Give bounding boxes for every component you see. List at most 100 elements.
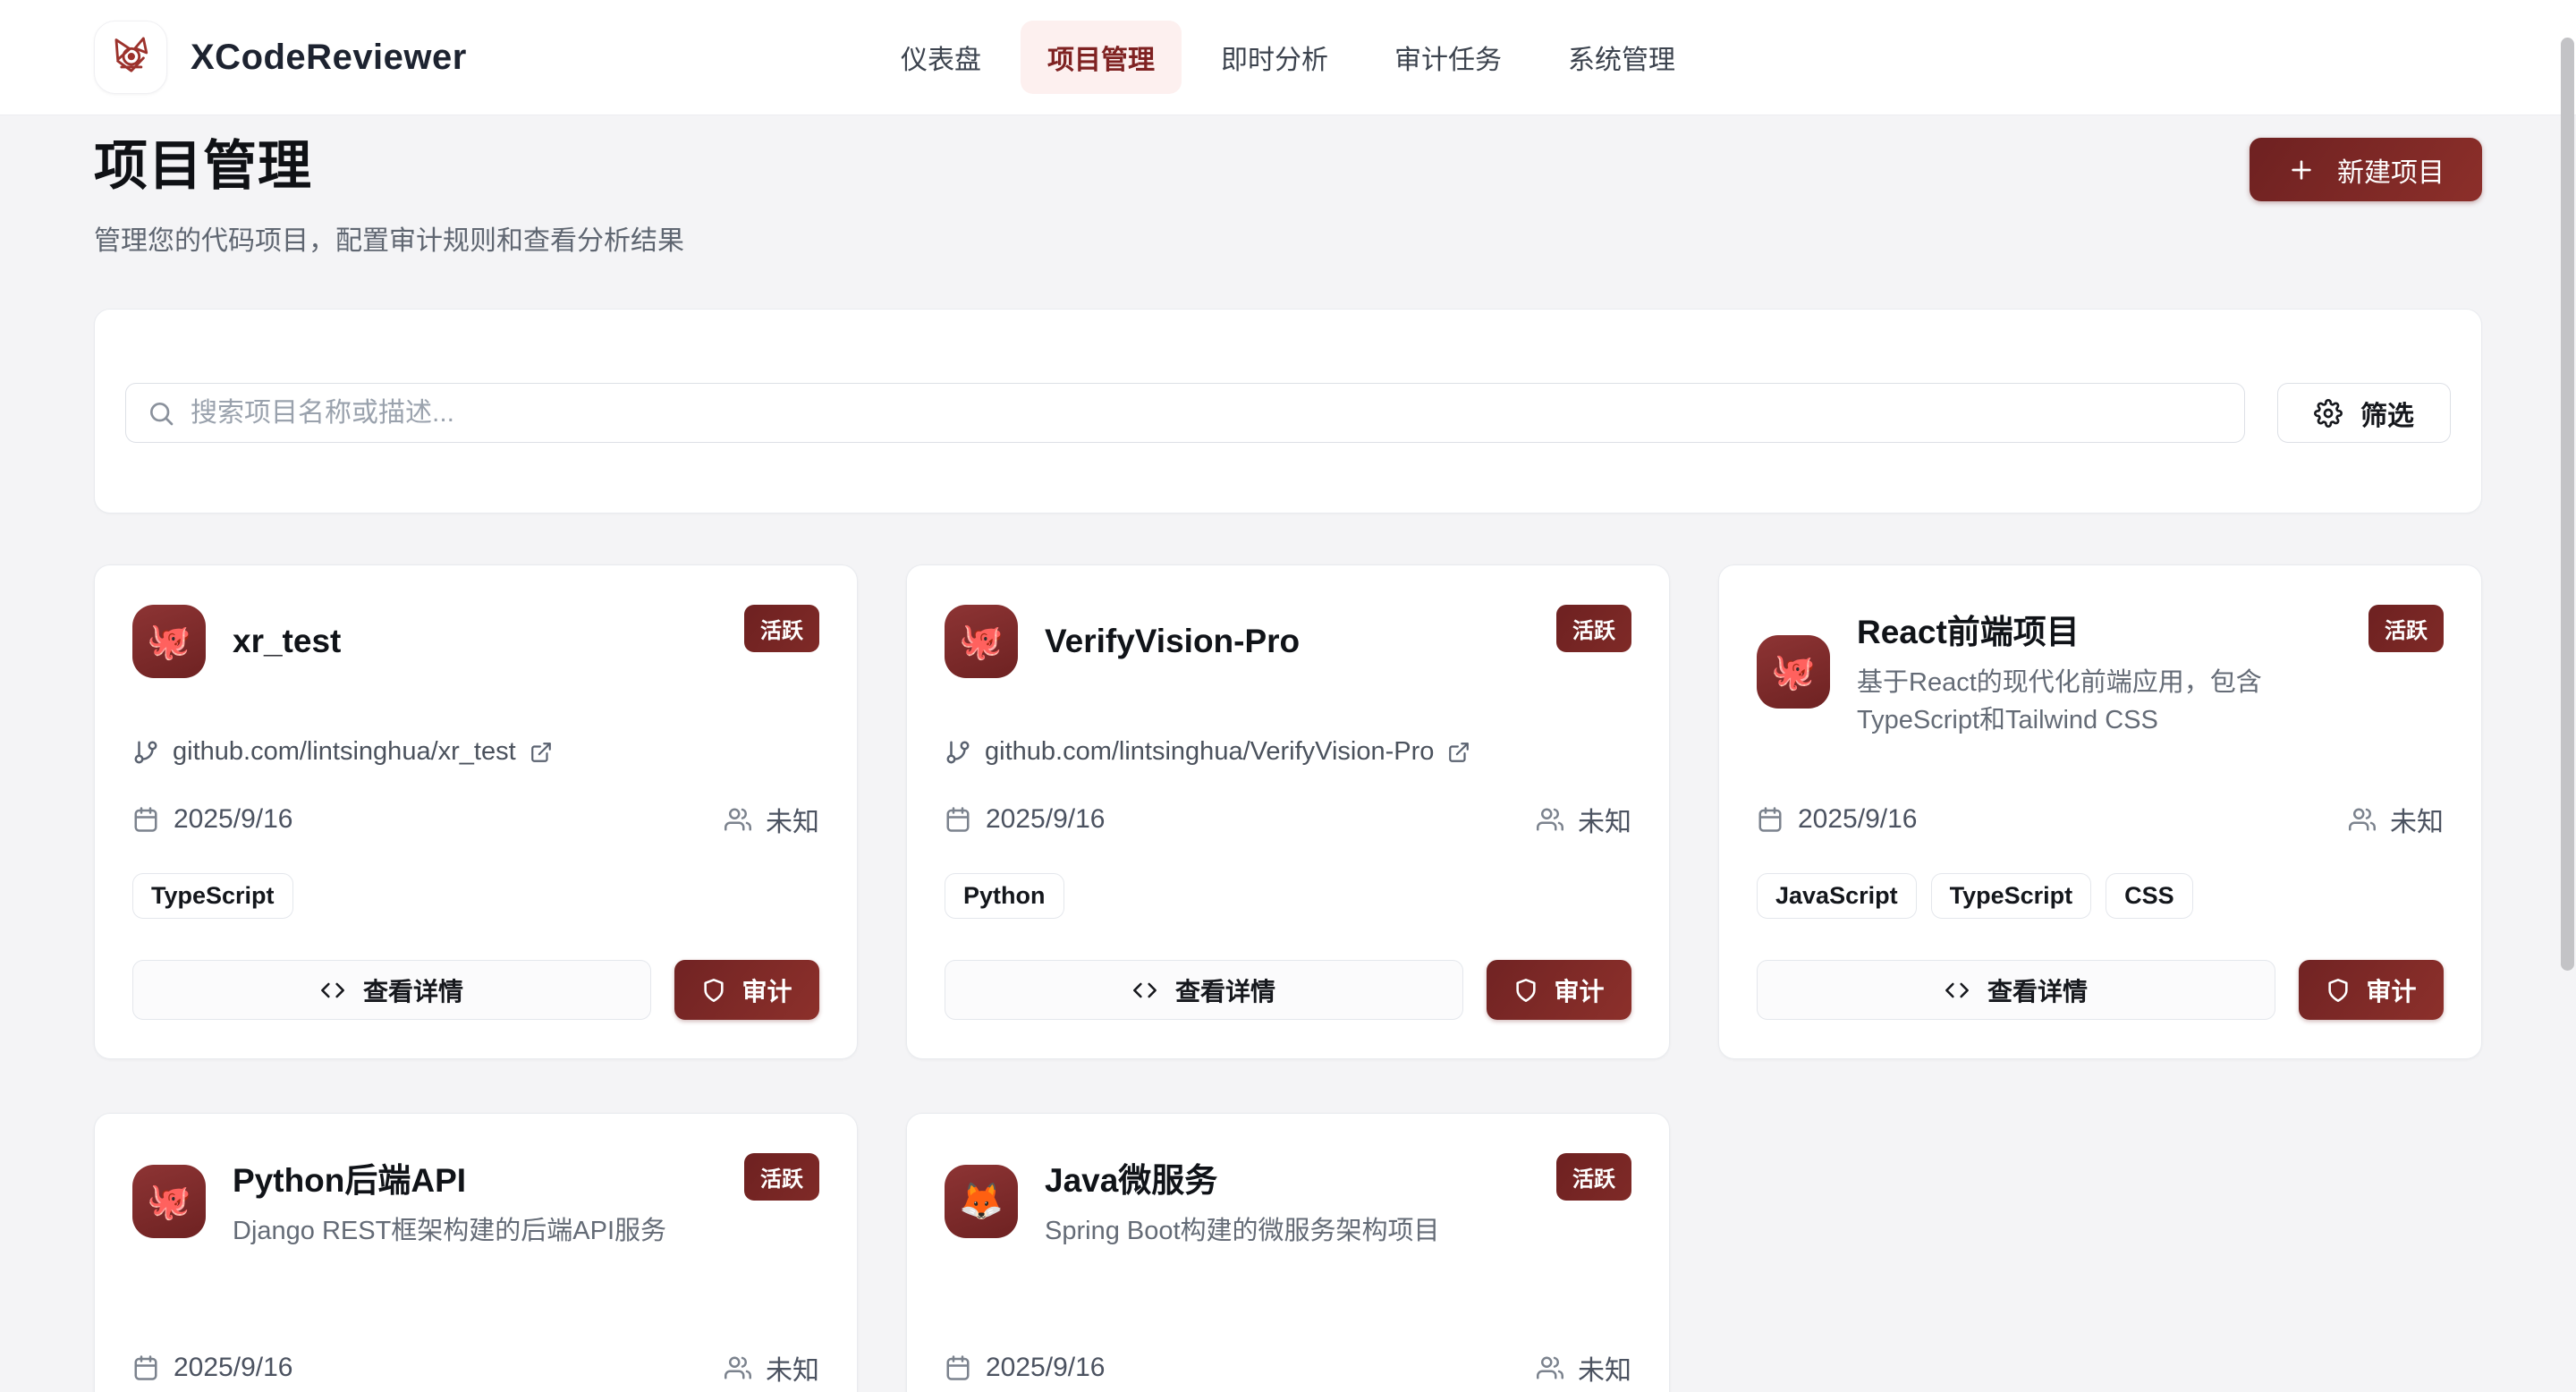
audit-label: 审计 — [2366, 972, 2416, 1008]
status-badge: 活跃 — [1556, 1153, 1631, 1201]
card-bottom: github.com/lintsinghua/VerifyVision-Pro … — [945, 737, 1631, 1020]
project-members: 未知 — [766, 1348, 819, 1388]
search-section: 筛选 — [94, 309, 2482, 514]
nav-item-2[interactable]: 即时分析 — [1194, 21, 1355, 94]
repo-url: github.com/lintsinghua/VerifyVision-Pro — [985, 737, 1434, 767]
page-header: 项目管理 管理您的代码项目，配置审计规则和查看分析结果 新建项目 — [94, 115, 2482, 258]
calendar-icon — [945, 806, 971, 833]
view-details-label: 查看详情 — [1987, 972, 2088, 1008]
date-meta: 2025/9/16 — [1757, 804, 1917, 835]
new-project-label: 新建项目 — [2337, 150, 2445, 190]
audit-label: 审计 — [741, 972, 792, 1008]
project-head-text: VerifyVision-Pro — [1045, 623, 1300, 660]
calendar-icon — [132, 1354, 159, 1381]
new-project-button[interactable]: 新建项目 — [2250, 138, 2482, 201]
card-header: 🦊 Java微服务 Spring Boot构建的微服务架构项目 活跃 — [945, 1153, 1631, 1250]
project-head-text: xr_test — [233, 623, 341, 660]
search-input[interactable] — [125, 383, 2245, 443]
view-details-label: 查看详情 — [363, 972, 463, 1008]
page-title: 项目管理 — [94, 123, 2482, 200]
meta-row: 2025/9/16 未知 — [132, 1348, 819, 1388]
repo-link[interactable]: github.com/lintsinghua/VerifyVision-Pro — [945, 737, 1631, 767]
project-name: React前端项目 — [1857, 605, 2342, 653]
nav-item-3[interactable]: 审计任务 — [1368, 21, 1529, 94]
brand: XCodeReviewer — [94, 21, 467, 94]
main-content: 项目管理 管理您的代码项目，配置审计规则和查看分析结果 新建项目 筛选 🐙 xr… — [0, 115, 2576, 1392]
project-card: 🐙 VerifyVision-Pro 活跃 github.com/lintsin… — [906, 564, 1670, 1059]
members-meta: 未知 — [724, 1348, 819, 1388]
project-head-text: Java微服务 Spring Boot构建的微服务架构项目 — [1045, 1153, 1440, 1250]
tag: CSS — [2106, 873, 2193, 919]
card-bottom: github.com/lintsinghua/xr_test 2025/9/16… — [132, 737, 819, 1020]
tag: Python — [945, 873, 1064, 919]
project-card: 🦊 Java微服务 Spring Boot构建的微服务架构项目 活跃 2025/… — [906, 1113, 1670, 1392]
view-details-button[interactable]: 查看详情 — [945, 960, 1463, 1020]
shield-icon — [701, 978, 726, 1003]
card-actions: 查看详情 审计 — [132, 960, 819, 1020]
card-header: 🐙 xr_test 活跃 — [132, 605, 819, 678]
tag: JavaScript — [1757, 873, 1917, 919]
members-meta: 未知 — [724, 800, 819, 839]
project-grid: 🐙 xr_test 活跃 github.com/lintsinghua/xr_t… — [94, 564, 2482, 1392]
meta-row: 2025/9/16 未知 — [945, 1348, 1631, 1388]
tag-list: JavaScript TypeScript CSS — [1757, 873, 2444, 919]
external-link-icon — [530, 741, 553, 764]
project-card: 🐙 React前端项目 基于React的现代化前端应用，包含TypeScript… — [1718, 564, 2482, 1059]
audit-button[interactable]: 审计 — [2299, 960, 2444, 1020]
project-name: VerifyVision-Pro — [1045, 623, 1300, 660]
status-badge: 活跃 — [744, 605, 819, 652]
calendar-icon — [132, 806, 159, 833]
view-details-label: 查看详情 — [1175, 972, 1275, 1008]
nav-item-1[interactable]: 项目管理 — [1021, 21, 1182, 94]
page-subtitle: 管理您的代码项目，配置审计规则和查看分析结果 — [94, 218, 2482, 258]
date-meta: 2025/9/16 — [945, 804, 1105, 835]
project-description: Django REST框架构建的后端API服务 — [233, 1212, 666, 1250]
repo-link[interactable]: github.com/lintsinghua/xr_test — [132, 737, 819, 767]
nav-item-4[interactable]: 系统管理 — [1541, 21, 1702, 94]
tag: TypeScript — [1931, 873, 2092, 919]
navbar: XCodeReviewer 仪表盘项目管理即时分析审计任务系统管理 — [0, 0, 2576, 115]
app-logo-icon — [94, 21, 167, 94]
project-avatar-emoji: 🐙 — [147, 1184, 191, 1219]
card-header: 🐙 React前端项目 基于React的现代化前端应用，包含TypeScript… — [1757, 605, 2444, 739]
card-bottom: 2025/9/16 未知 PythonSQL 查看详情 审计 — [132, 1348, 819, 1392]
project-members: 未知 — [1578, 800, 1631, 839]
filter-button[interactable]: 筛选 — [2277, 383, 2451, 443]
date-meta: 2025/9/16 — [132, 1353, 292, 1383]
status-badge: 活跃 — [1556, 605, 1631, 652]
shield-icon — [2326, 978, 2351, 1003]
tag-list: TypeScript — [132, 873, 819, 919]
project-description: Spring Boot构建的微服务架构项目 — [1045, 1212, 1440, 1250]
plus-icon — [2287, 156, 2316, 184]
project-members: 未知 — [1578, 1348, 1631, 1388]
code-icon — [1945, 978, 1970, 1003]
meta-row: 2025/9/16 未知 — [945, 800, 1631, 839]
card-bottom: 2025/9/16 未知 JavaScript TypeScript CSS 查看详… — [1757, 800, 2444, 1020]
members-meta: 未知 — [2349, 800, 2444, 839]
audit-button[interactable]: 审计 — [1487, 960, 1631, 1020]
search-box — [125, 383, 2245, 443]
nav-item-0[interactable]: 仪表盘 — [874, 21, 1008, 94]
members-icon — [724, 1354, 751, 1381]
scrollbar-thumb[interactable] — [2561, 38, 2574, 971]
git-branch-icon — [945, 739, 971, 766]
project-avatar: 🐙 — [132, 1165, 206, 1238]
project-avatar: 🦊 — [945, 1165, 1018, 1238]
project-avatar-emoji: 🐙 — [959, 624, 1004, 659]
git-branch-icon — [132, 739, 159, 766]
members-icon — [1537, 1354, 1563, 1381]
main-nav: 仪表盘项目管理即时分析审计任务系统管理 — [874, 0, 1702, 115]
gear-icon — [2314, 399, 2343, 428]
audit-label: 审计 — [1554, 972, 1604, 1008]
audit-button[interactable]: 审计 — [674, 960, 819, 1020]
card-bottom: 2025/9/16 未知 JavaXML 查看详情 审计 — [945, 1348, 1631, 1392]
status-badge: 活跃 — [2368, 605, 2444, 652]
calendar-icon — [1757, 806, 1784, 833]
view-details-button[interactable]: 查看详情 — [132, 960, 651, 1020]
view-details-button[interactable]: 查看详情 — [1757, 960, 2275, 1020]
scrollbar[interactable] — [2560, 0, 2576, 1392]
project-date: 2025/9/16 — [1798, 804, 1917, 835]
project-name: Java微服务 — [1045, 1153, 1440, 1201]
meta-row: 2025/9/16 未知 — [132, 800, 819, 839]
card-header: 🐙 Python后端API Django REST框架构建的后端API服务 活跃 — [132, 1153, 819, 1250]
